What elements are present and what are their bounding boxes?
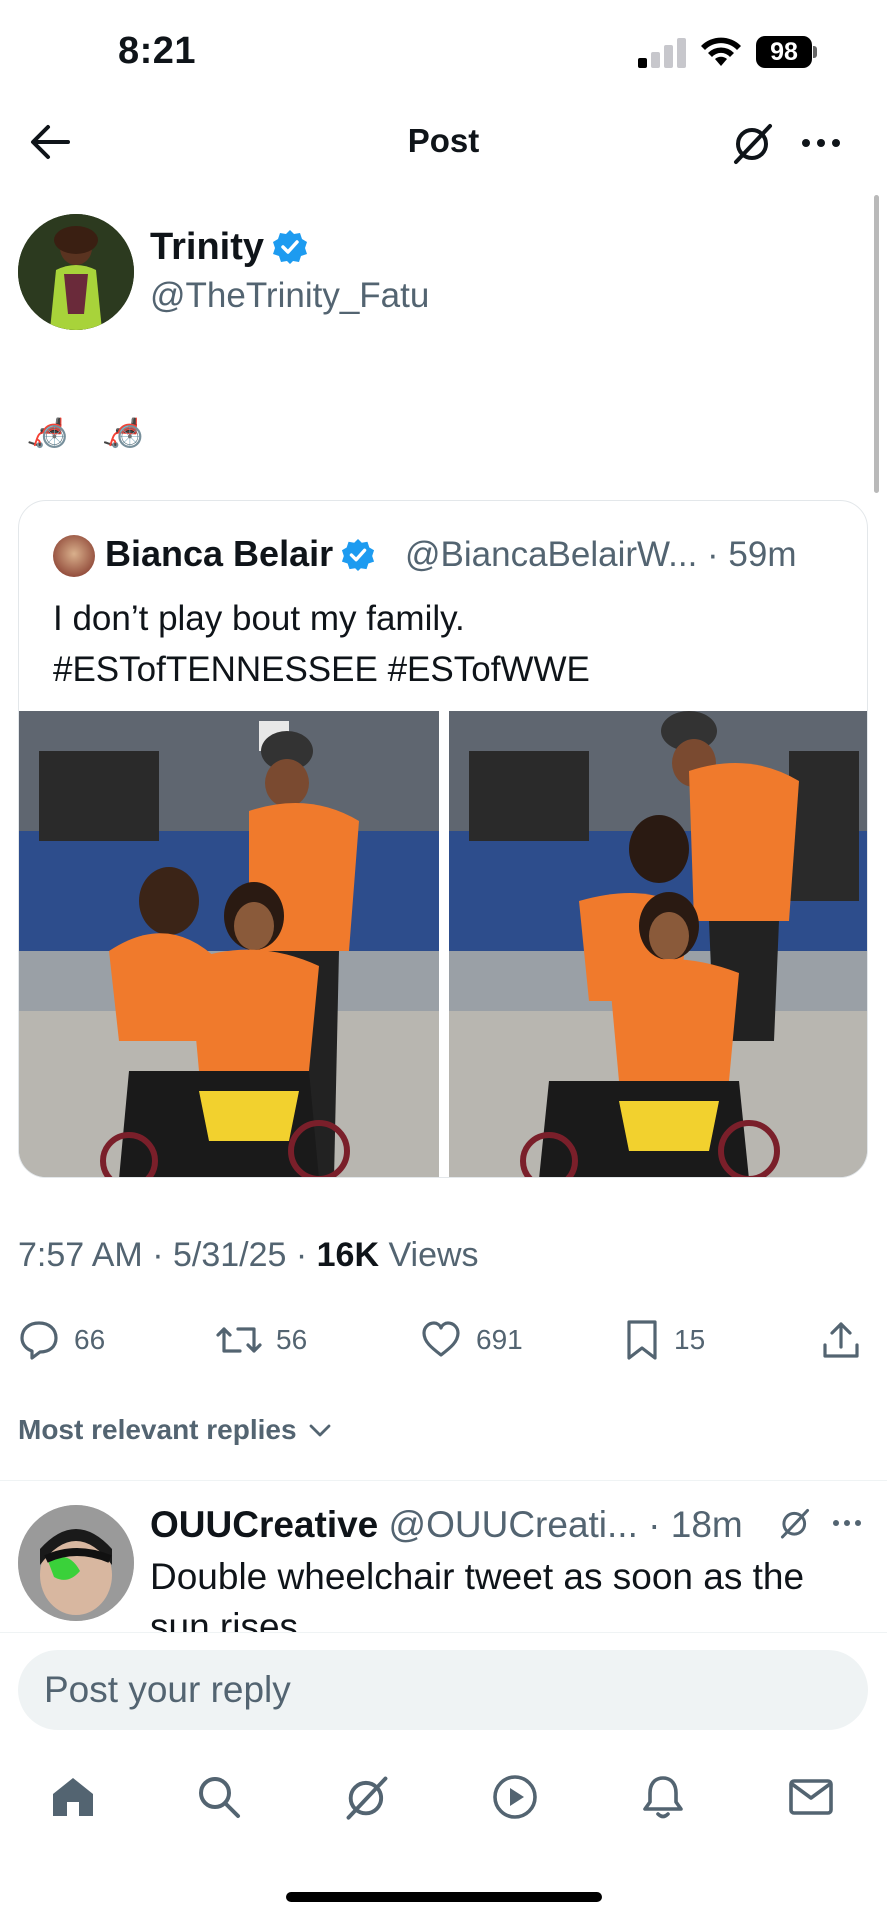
views-label: Views xyxy=(379,1236,479,1274)
replies-sort-label[interactable]: Most relevant replies xyxy=(18,1414,297,1445)
quoted-photo-2[interactable] xyxy=(449,711,867,1177)
like-count: 691 xyxy=(476,1324,523,1355)
repost-count: 56 xyxy=(276,1324,308,1355)
quoted-author-name: Bianca Belair xyxy=(105,533,375,575)
reply-count: 66 xyxy=(74,1324,106,1355)
grok-icon[interactable] xyxy=(778,1506,812,1540)
battery-level: 98 xyxy=(756,36,812,68)
quoted-photo-1[interactable] xyxy=(19,711,439,1177)
reply-author-name[interactable]: OUUCreative xyxy=(150,1504,378,1545)
share-icon xyxy=(823,1322,859,1358)
reply-text: Double wheelchair tweet as soon as the s… xyxy=(150,1556,805,1634)
home-icon[interactable] xyxy=(48,1772,98,1822)
post-actions: 66 56 691 15 xyxy=(0,1310,887,1370)
like-button[interactable]: 691 xyxy=(420,1310,523,1370)
reply-header: OUUCreative @OUUCreati... · 18m xyxy=(150,1504,743,1546)
verified-badge-icon xyxy=(341,538,375,572)
divider xyxy=(0,1480,887,1481)
repost-icon xyxy=(216,1327,262,1353)
wifi-icon xyxy=(700,36,742,68)
search-icon[interactable] xyxy=(194,1772,244,1822)
quoted-hashtags: #ESTofTENNESSEE #ESTofWWE xyxy=(53,650,590,689)
post-meta: 7:57 AM · 5/31/25 · 16K Views xyxy=(18,1236,479,1275)
chevron-down-icon xyxy=(309,1424,331,1437)
author-name-text[interactable]: Trinity xyxy=(150,226,264,268)
reply-button[interactable]: 66 xyxy=(18,1310,105,1370)
quoted-post-text: I don’t play bout my family. #ESTofTENNE… xyxy=(53,593,853,695)
messages-envelope-icon[interactable] xyxy=(786,1772,836,1822)
bookmark-icon xyxy=(627,1320,657,1360)
author-name[interactable]: Trinity xyxy=(150,226,308,269)
quoted-post-card[interactable]: Bianca Belair @BiancaBelairW... · 59m I … xyxy=(18,500,868,1178)
battery-icon: 98 xyxy=(756,36,818,68)
quoted-media xyxy=(19,711,867,1177)
scrollbar[interactable] xyxy=(874,195,879,493)
share-button[interactable] xyxy=(820,1310,862,1370)
grok-icon[interactable] xyxy=(730,120,776,166)
more-options-icon[interactable] xyxy=(830,1506,864,1540)
quoted-author-handle: @BiancaBelairW... · 59m xyxy=(405,535,797,574)
reply-input[interactable]: Post your reply xyxy=(18,1650,868,1730)
bookmark-count: 15 xyxy=(674,1324,706,1355)
quoted-text-line: I don’t play bout my family. xyxy=(53,599,465,638)
verified-badge-icon xyxy=(272,229,308,265)
more-options-icon[interactable] xyxy=(798,122,844,162)
cellular-signal-icon xyxy=(638,36,688,68)
reply-icon xyxy=(20,1321,58,1360)
status-time: 8:21 xyxy=(118,30,197,72)
author-handle[interactable]: @TheTrinity_Fatu xyxy=(150,276,429,316)
view-count[interactable]: 16K xyxy=(317,1236,379,1274)
grok-icon[interactable] xyxy=(342,1772,392,1822)
reply-author-handle[interactable]: @OUUCreati... · 18m xyxy=(378,1504,743,1545)
replies-sort-dropdown[interactable]: Most relevant replies xyxy=(18,1414,332,1446)
heart-icon xyxy=(422,1321,460,1357)
home-indicator[interactable] xyxy=(286,1892,602,1902)
post-text: 🦽 🦽 xyxy=(26,411,157,449)
reply-author-avatar[interactable] xyxy=(18,1505,134,1621)
notifications-bell-icon[interactable] xyxy=(638,1772,688,1822)
author-avatar[interactable] xyxy=(18,214,134,330)
post-timestamp: 7:57 AM · 5/31/25 · xyxy=(18,1236,317,1274)
tab-bar xyxy=(0,1760,887,1840)
bookmark-button[interactable]: 15 xyxy=(624,1310,705,1370)
quoted-author-name-text: Bianca Belair xyxy=(105,533,334,574)
repost-button[interactable]: 56 xyxy=(216,1310,307,1370)
video-play-icon[interactable] xyxy=(490,1772,540,1822)
quoted-author-avatar xyxy=(53,535,95,577)
